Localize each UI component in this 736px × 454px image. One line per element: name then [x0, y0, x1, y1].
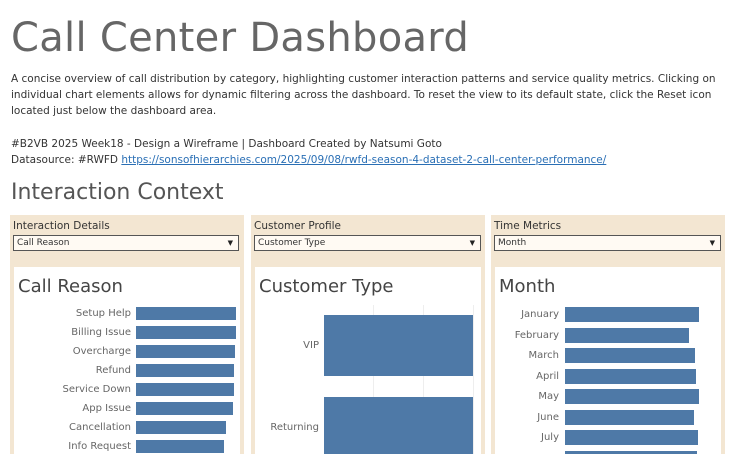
bar-label: App Issue [82, 403, 131, 414]
bar[interactable] [324, 315, 473, 376]
bar[interactable] [565, 307, 699, 322]
bar-label: July [541, 432, 559, 443]
panel-interaction-details: Interaction Details Call Reason ▼ Call R… [10, 215, 244, 454]
bar[interactable] [565, 389, 699, 404]
bar-row[interactable]: March [495, 348, 559, 363]
bar[interactable] [136, 421, 226, 434]
page-title: Call Center Dashboard [11, 15, 470, 61]
bar-label: April [536, 370, 559, 382]
bar-row[interactable]: Billing Issue [14, 326, 131, 339]
bar-row[interactable]: April [495, 369, 559, 384]
dashboard-description: A concise overview of call distribution … [11, 73, 716, 117]
chart-card-month: Month January February March April May June Ju… [495, 267, 721, 454]
panel-label: Interaction Details [13, 220, 110, 232]
bar-label: Billing Issue [71, 327, 131, 338]
chart-title: Month [499, 276, 556, 297]
dropdown-value: Call Reason [17, 238, 70, 248]
bar-label: Cancellation [69, 422, 131, 433]
bar-row[interactable]: June [495, 410, 559, 425]
bar-row[interactable]: Refund [14, 364, 131, 377]
bar-row[interactable]: January [495, 307, 559, 322]
panel-customer-profile: Customer Profile Customer Type ▼ Custome… [251, 215, 485, 454]
bar-row[interactable]: July [495, 430, 559, 445]
bar-label: February [514, 329, 559, 341]
bar-row[interactable]: VIP [255, 315, 319, 376]
bar-label: Overcharge [72, 346, 131, 357]
chart-title: Customer Type [259, 276, 394, 297]
bar[interactable] [565, 327, 689, 343]
chevron-down-icon: ▼ [227, 239, 233, 247]
bar[interactable] [136, 307, 236, 320]
bar-row[interactable]: February [495, 328, 559, 343]
chart-title: Call Reason [18, 276, 123, 297]
bar-row[interactable]: Setup Help [14, 307, 131, 320]
bar[interactable] [324, 397, 473, 454]
bar[interactable] [136, 326, 236, 339]
bar[interactable] [136, 440, 224, 453]
datasource-link[interactable]: https://sonsofhierarchies.com/2025/09/08… [121, 154, 606, 166]
bar-row[interactable]: App Issue [14, 402, 131, 415]
bar-row[interactable]: Service Down [14, 383, 131, 396]
bar-label: March [528, 350, 559, 361]
bar-row[interactable]: May [495, 389, 559, 404]
month-dropdown[interactable]: Month ▼ [494, 235, 721, 251]
bar[interactable] [136, 402, 233, 415]
bar-label: Refund [95, 365, 131, 376]
chart-card-call-reason: Call Reason Setup Help Billing Issue Overc… [14, 267, 240, 454]
bar-row[interactable]: Info Request [14, 440, 131, 453]
chevron-down-icon: ▼ [709, 239, 715, 247]
dropdown-value: Month [498, 238, 527, 248]
bar[interactable] [136, 345, 235, 358]
panel-label: Customer Profile [254, 220, 341, 232]
bar-row[interactable]: Overcharge [14, 345, 131, 358]
bar-label: Info Request [68, 441, 131, 452]
bar-label: May [538, 391, 559, 402]
panel-label: Time Metrics [494, 220, 562, 232]
grid-line [473, 305, 474, 454]
call-reason-dropdown[interactable]: Call Reason ▼ [13, 235, 239, 251]
bar-label: VIP [303, 340, 319, 351]
datasource-line: Datasource: #RWFD https://sonsofhierarch… [11, 152, 606, 168]
bar[interactable] [136, 364, 234, 377]
datasource-label: Datasource: #RWFD [11, 154, 122, 166]
bar-label: Returning [270, 422, 319, 433]
bar-label: Service Down [62, 384, 131, 395]
bar[interactable] [565, 368, 696, 384]
bar[interactable] [565, 409, 694, 425]
bar-row[interactable]: Cancellation [14, 421, 131, 434]
panel-time-metrics: Time Metrics Month ▼ Month January Februa… [491, 215, 725, 454]
bar-row[interactable]: Returning [255, 397, 319, 454]
bar-label: Setup Help [75, 308, 131, 319]
bar[interactable] [565, 348, 695, 363]
credit-line: #B2VB 2025 Week18 - Design a Wireframe |… [11, 138, 442, 150]
chart-card-customer-type: Customer Type VIP Returning [255, 267, 481, 454]
chevron-down-icon: ▼ [469, 239, 475, 247]
bar-partial[interactable] [565, 450, 697, 454]
dropdown-value: Customer Type [258, 238, 326, 248]
section-title: Interaction Context [11, 180, 224, 205]
bar-label: June [537, 411, 559, 423]
bar[interactable] [136, 383, 234, 396]
bar-label: January [521, 309, 559, 320]
customer-type-dropdown[interactable]: Customer Type ▼ [254, 235, 481, 251]
bar[interactable] [565, 430, 698, 445]
